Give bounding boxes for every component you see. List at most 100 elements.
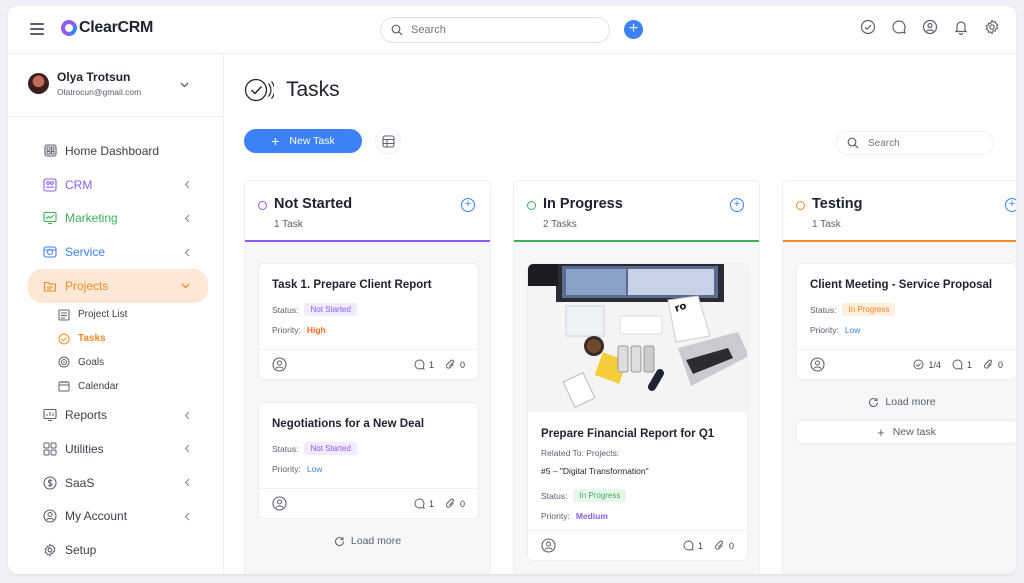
add-task-icon[interactable]: +: [1005, 198, 1016, 212]
sidebar-item-crm[interactable]: CRM: [28, 168, 208, 202]
status-dot: [258, 201, 267, 210]
chevron-left-icon: [184, 444, 190, 453]
task-title: Prepare Financial Report for Q1: [541, 428, 715, 440]
sidebar-item-saas[interactable]: SaaS: [28, 466, 208, 500]
card-footer: 1 0: [528, 530, 747, 560]
task-card[interactable]: Client Meeting - Service Proposal Status…: [796, 263, 1016, 380]
user-profile[interactable]: Olya Trotsun Olatrocun@gmail.com: [28, 70, 198, 97]
grid-icon: [43, 442, 57, 456]
sidebar-item-utilities[interactable]: Utilities: [28, 432, 208, 466]
sidebar-item-marketing[interactable]: Marketing: [28, 202, 208, 236]
attachments[interactable]: 0: [983, 359, 1003, 370]
attachments[interactable]: 0: [445, 498, 465, 509]
sidebar-subitem-goals[interactable]: Goals: [58, 351, 208, 375]
new-task-inline-button[interactable]: + New task: [796, 420, 1016, 444]
logo[interactable]: ClearCRM: [58, 17, 153, 39]
sidebar-item-label: Projects: [65, 279, 109, 294]
comments[interactable]: 1: [683, 540, 703, 551]
chevron-down-icon[interactable]: [180, 82, 189, 88]
tasks-search[interactable]: [836, 131, 994, 155]
load-more-button[interactable]: Load more: [245, 535, 490, 547]
paperclip-icon: [983, 359, 992, 369]
load-more-label: Load more: [350, 535, 402, 547]
attachments[interactable]: 0: [445, 359, 465, 370]
sidebar-item-label: SaaS: [65, 475, 95, 490]
task-card[interactable]: Negotiations for a New Deal Status: Not …: [258, 402, 479, 519]
global-search[interactable]: [380, 17, 610, 43]
task-title: Client Meeting - Service Proposal: [810, 279, 993, 291]
page-title: Tasks: [286, 78, 340, 101]
attachments[interactable]: 0: [714, 540, 734, 551]
column-title: Testing: [812, 196, 863, 212]
bell-icon[interactable]: [953, 19, 969, 35]
calendar-icon: [58, 381, 70, 392]
sidebar-item-label: Service: [65, 245, 106, 260]
status-badge: Not Started: [304, 303, 357, 316]
global-search-input[interactable]: [411, 24, 581, 36]
status-badge: Not Started: [304, 442, 357, 455]
column-count: 1 Task: [812, 219, 841, 230]
assignee-icon[interactable]: [272, 496, 287, 511]
comments[interactable]: 1: [414, 359, 434, 370]
sidebar-subitem-tasks[interactable]: Tasks: [58, 327, 208, 351]
column-header: In Progress 2 Tasks +: [514, 181, 759, 242]
gear-icon[interactable]: [984, 19, 1000, 35]
column-in-progress: In Progress 2 Tasks + ro Prepare Financi…: [513, 180, 760, 574]
task-card[interactable]: Task 1. Prepare Client Report Status: No…: [258, 263, 479, 380]
sidebar-subitem-project-list[interactable]: Project List: [58, 303, 208, 327]
load-more-button[interactable]: Load more: [783, 396, 1016, 408]
sidebar-subitem-label: Goals: [78, 356, 105, 368]
menu-icon[interactable]: [30, 23, 44, 35]
related-project[interactable]: #5 – "Digital Transformation": [541, 466, 649, 476]
add-task-icon[interactable]: +: [730, 198, 744, 212]
comment-count: 1: [966, 359, 972, 370]
sidebar-subitem-calendar[interactable]: Calendar: [58, 374, 208, 398]
new-task-label: New Task: [289, 135, 335, 147]
chevron-left-icon: [184, 248, 190, 257]
comments[interactable]: 1: [414, 498, 434, 509]
new-task-button[interactable]: + New Task: [244, 129, 362, 153]
card-footer: 1/4 1 0: [797, 349, 1016, 379]
assignee-icon[interactable]: [272, 357, 287, 372]
top-icons: [860, 19, 1000, 35]
chat-icon[interactable]: [891, 19, 907, 35]
divider: [8, 116, 224, 117]
sidebar: Olya Trotsun Olatrocun@gmail.com Home Da…: [8, 54, 224, 574]
sidebar-item-service[interactable]: Service: [28, 235, 208, 269]
sidebar-subitem-label: Tasks: [78, 333, 106, 345]
check-circle-icon[interactable]: [860, 19, 876, 35]
user-settings-icon[interactable]: [922, 19, 938, 35]
quick-add-button[interactable]: +: [624, 20, 643, 39]
sidebar-item-account[interactable]: My Account: [28, 500, 208, 534]
new-task-inline-label: New task: [892, 426, 936, 438]
assignee-icon[interactable]: [541, 538, 556, 553]
chevron-left-icon: [184, 180, 190, 189]
sidebar-item-setup[interactable]: Setup: [28, 533, 208, 567]
assignee-icon[interactable]: [810, 357, 825, 372]
user-email: Olatrocun@gmail.com: [57, 87, 142, 97]
column-not-started: Not Started 1 Task + Task 1. Prepare Cli…: [244, 180, 491, 574]
tasks-search-input[interactable]: [868, 137, 978, 149]
comments[interactable]: 1: [952, 359, 972, 370]
status-label: Status:: [810, 304, 837, 315]
status-label: Status:: [272, 443, 299, 454]
search-icon: [847, 137, 859, 149]
add-task-icon[interactable]: +: [461, 198, 475, 212]
service-icon: [43, 245, 57, 259]
reports-icon: [43, 408, 57, 422]
related-label: Related To: Projects:: [528, 448, 747, 458]
task-card[interactable]: ro Prepare Financial Report for Q1 Relat…: [527, 263, 748, 561]
sidebar-item-projects[interactable]: Projects: [28, 269, 208, 303]
column-testing: Testing 1 Task + Client Meeting - Servic…: [782, 180, 1016, 574]
sidebar-item-reports[interactable]: Reports: [28, 398, 208, 432]
checklist[interactable]: 1/4: [913, 359, 941, 370]
card-footer: 1 0: [259, 488, 478, 518]
load-more-label: Load more: [885, 396, 936, 408]
priority-value: Low: [844, 325, 861, 335]
user-icon: [43, 509, 57, 524]
sidebar-item-home[interactable]: Home Dashboard: [28, 134, 208, 168]
check-circle-icon: [58, 333, 70, 345]
table-icon: [381, 134, 395, 148]
priority-value: Low: [306, 464, 323, 474]
view-toggle-button[interactable]: [375, 128, 401, 154]
